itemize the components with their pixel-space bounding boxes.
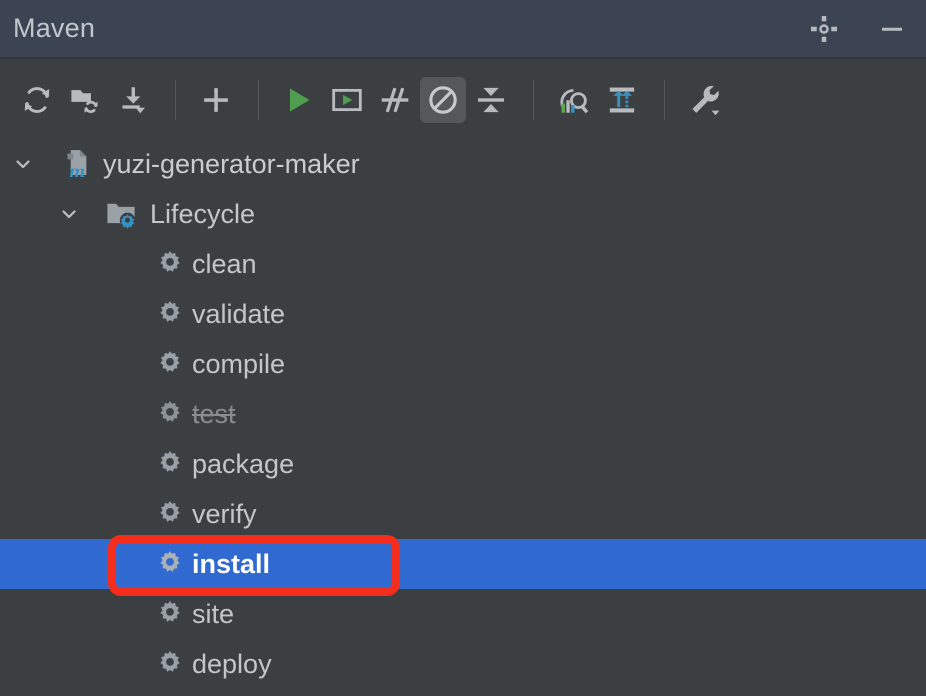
analyze-dependencies-button[interactable] [551, 77, 597, 123]
tree-row-goal-install[interactable]: install [0, 539, 926, 589]
maven-tool-window-titlebar: Maven [0, 0, 926, 59]
tree-row-project[interactable]: m yuzi-generator-maker [0, 139, 926, 189]
tree-row-goal-test[interactable]: test [0, 389, 926, 439]
goal-label-verify: verify [192, 498, 257, 529]
tree-row-lifecycle[interactable]: Lifecycle [0, 189, 926, 239]
collapse-all-button[interactable] [468, 77, 514, 123]
execute-window-icon [332, 88, 362, 112]
dependency-diagram-icon [609, 87, 635, 113]
refresh-icon [24, 87, 50, 113]
run-triangle-icon [289, 88, 310, 112]
collapse-all-icon [477, 87, 505, 113]
gear-icon [153, 247, 187, 281]
add-maven-project-button[interactable] [193, 77, 239, 123]
plus-icon [204, 88, 228, 112]
goal-label-package: package [192, 448, 295, 479]
chevron-down-icon[interactable] [56, 201, 82, 227]
page-title: Maven [13, 13, 96, 43]
toolbar-separator-4 [664, 80, 665, 120]
gear-icon [153, 297, 187, 331]
gear-icon [153, 647, 187, 681]
offline-circle-slash-icon [429, 86, 457, 114]
toggle-offline-mode-button[interactable] [420, 77, 466, 123]
titlebar-actions [808, 13, 908, 45]
toolbar-separator-2 [258, 80, 259, 120]
folder-refresh-icon [71, 90, 98, 113]
svg-text:m: m [69, 162, 85, 181]
reload-projects-button[interactable] [14, 77, 60, 123]
goal-label-compile: compile [192, 348, 286, 379]
goal-label-deploy: deploy [192, 648, 272, 679]
settings-button[interactable] [808, 13, 840, 45]
tree-row-goal-deploy[interactable]: deploy [0, 639, 926, 689]
goal-label-validate: validate [192, 298, 286, 329]
gear-icon [153, 397, 187, 431]
maven-module-icon: m [60, 147, 94, 181]
tree-row-goal-site[interactable]: site [0, 589, 926, 639]
download-icon [122, 87, 145, 114]
show-dependency-diagram-button[interactable] [599, 77, 645, 123]
gear-icon [153, 347, 187, 381]
gear-icon [153, 597, 187, 631]
toolbar-separator-3 [533, 80, 534, 120]
goal-label-site: site [192, 598, 235, 629]
tree-row-goal-validate[interactable]: validate [0, 289, 926, 339]
execute-goal-button[interactable] [324, 77, 370, 123]
gear-icon [153, 497, 187, 531]
lifecycle-label: Lifecycle [150, 198, 256, 229]
goal-label-install: install [192, 548, 271, 579]
maven-projects-tree: m yuzi-generator-maker Lifecycle clean v… [0, 139, 926, 696]
skip-tests-icon [381, 87, 409, 113]
wrench-dropdown-icon [692, 85, 720, 116]
tree-row-goal-package[interactable]: package [0, 439, 926, 489]
analyze-magnifier-icon [560, 88, 589, 114]
toggle-skip-tests-button[interactable] [372, 77, 418, 123]
minimize-icon [882, 27, 902, 31]
chevron-down-icon[interactable] [10, 151, 36, 177]
tree-row-goal-clean[interactable]: clean [0, 239, 926, 289]
goal-label-test: test [192, 398, 236, 429]
tree-row-goal-compile[interactable]: compile [0, 339, 926, 389]
goal-label-clean: clean [192, 248, 257, 279]
gear-icon [153, 447, 187, 481]
toolbar-separator-1 [175, 80, 176, 120]
gear-icon [153, 547, 187, 581]
project-name-label: yuzi-generator-maker [103, 148, 360, 179]
run-maven-build-button[interactable] [276, 77, 322, 123]
maven-toolbar [0, 61, 926, 139]
minimize-button[interactable] [876, 13, 908, 45]
generate-sources-button[interactable] [62, 77, 108, 123]
tree-row-goal-verify[interactable]: verify [0, 489, 926, 539]
lifecycle-folder-icon [104, 197, 138, 231]
gear-icon [811, 15, 837, 42]
download-sources-button[interactable] [110, 77, 156, 123]
maven-settings-button[interactable] [682, 77, 728, 123]
